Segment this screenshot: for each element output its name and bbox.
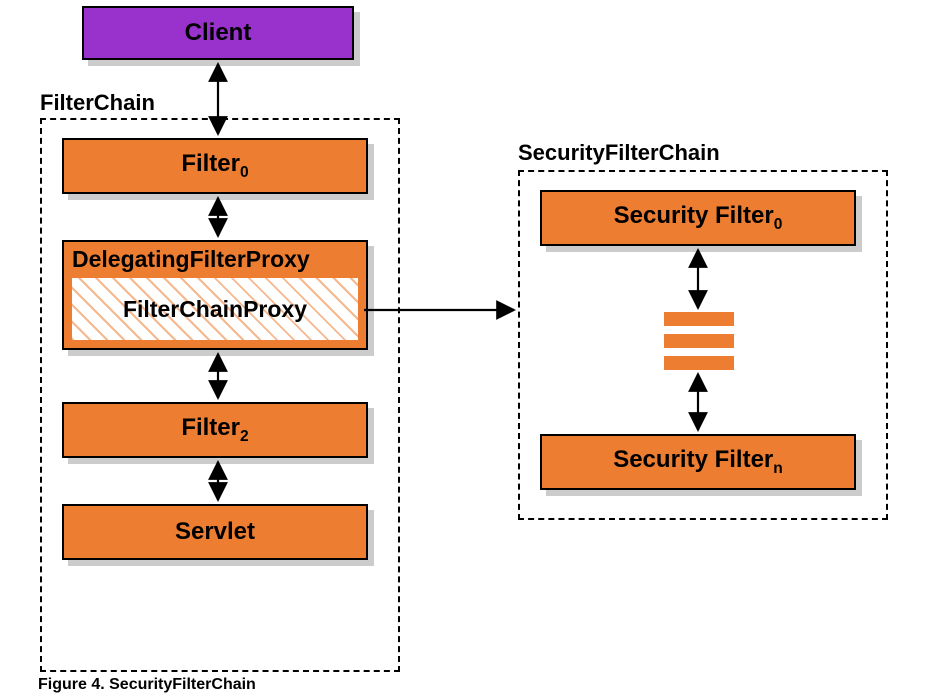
ellipsis-bar-2 (664, 334, 734, 348)
client-label: Client (185, 19, 252, 47)
ellipsis-bar-3 (664, 356, 734, 370)
delegating-filter-proxy-label: DelegatingFilterProxy (72, 246, 310, 273)
security-filter-n-label: Security Filtern (613, 446, 783, 478)
filter-chain-proxy-box: FilterChainProxy (70, 276, 360, 342)
securityfilterchain-label: SecurityFilterChain (518, 140, 720, 166)
filter2-box: Filter2 (62, 402, 368, 458)
security-filter-n-box: Security Filtern (540, 434, 856, 490)
ellipsis-bar-1 (664, 312, 734, 326)
servlet-box: Servlet (62, 504, 368, 560)
filterchain-container (40, 118, 400, 672)
client-box: Client (82, 6, 354, 60)
filter2-label: Filter2 (181, 414, 248, 446)
security-filter-0-box: Security Filter0 (540, 190, 856, 246)
security-filter-0-label: Security Filter0 (614, 202, 783, 234)
servlet-label: Servlet (175, 518, 255, 546)
figure-caption: Figure 4. SecurityFilterChain (38, 676, 256, 694)
filter0-box: Filter0 (62, 138, 368, 194)
filter-chain-proxy-label: FilterChainProxy (72, 296, 358, 323)
filterchain-label: FilterChain (40, 90, 155, 116)
filter0-label: Filter0 (181, 150, 248, 182)
